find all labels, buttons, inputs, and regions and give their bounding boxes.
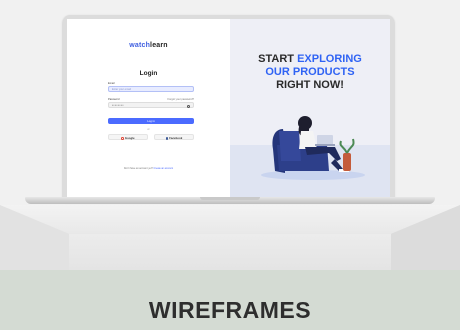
brand-logo: watchlearn [67, 42, 230, 49]
google-login-button[interactable]: Google [108, 134, 148, 140]
email-label: Email [108, 82, 115, 85]
email-placeholder: Enter your email [112, 88, 131, 91]
login-panel: watchlearn Login Email Enter your email … [67, 19, 230, 197]
password-field[interactable]: •••••••• [108, 102, 194, 108]
or-divider: or [147, 128, 150, 131]
headline-exploring: EXPLORING [297, 53, 362, 65]
logo-part-learn: learn [150, 42, 168, 49]
password-value: •••••••• [112, 104, 125, 107]
eye-icon[interactable] [187, 104, 190, 108]
laptop-screen: watchlearn Login Email Enter your email … [67, 19, 390, 197]
headline-start: START [258, 53, 294, 65]
signup-prompt: Don't have an account yet? Create an acc… [67, 167, 230, 170]
headline-our-products: OUR PRODUCTS [265, 66, 355, 78]
pedestal-top [0, 205, 460, 235]
password-label: Password [108, 98, 120, 101]
wireframes-title: WIREFRAMES [148, 297, 312, 323]
laptop-notch [200, 197, 260, 200]
logo-part-watch: watch [129, 42, 151, 49]
person-in-armchair-illustration [261, 116, 365, 180]
signup-link[interactable]: Create an account [154, 167, 174, 170]
promo-panel: START EXPLORING OUR PRODUCTS RIGHT NOW! [230, 19, 390, 197]
facebook-icon [165, 137, 169, 140]
facebook-label: Facebook [169, 136, 183, 140]
google-icon [121, 137, 124, 140]
login-button[interactable]: Log in [108, 118, 194, 124]
forgot-password-link[interactable]: Forgot your password? [167, 98, 194, 101]
email-field[interactable]: Enter your email [108, 86, 194, 92]
headline-right-now: RIGHT NOW! [276, 79, 344, 91]
signup-text: Don't have an account yet? [123, 167, 153, 170]
login-title: Login [139, 70, 158, 77]
pedestal-front [69, 234, 391, 270]
promo-headline: START EXPLORING OUR PRODUCTS RIGHT NOW! [230, 53, 390, 92]
facebook-login-button[interactable]: Facebook [154, 134, 194, 140]
google-label: Google [124, 136, 135, 140]
